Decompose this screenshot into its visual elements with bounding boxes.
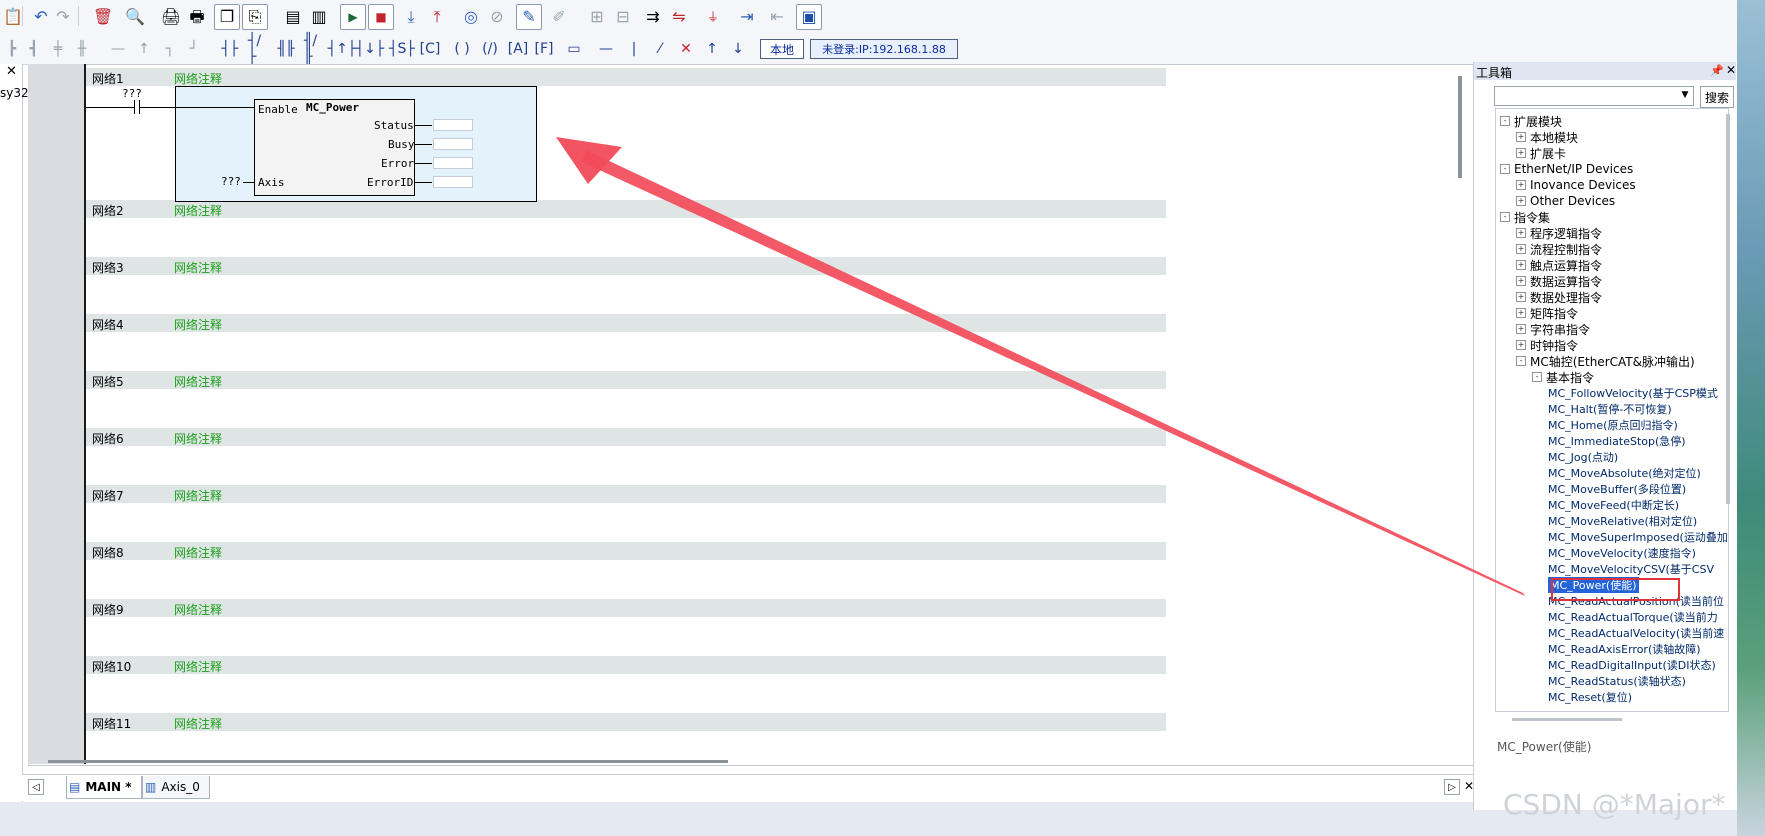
arrow-shaft xyxy=(582,150,1525,596)
arrow-head xyxy=(556,137,622,184)
annotation-arrow xyxy=(556,137,1525,596)
